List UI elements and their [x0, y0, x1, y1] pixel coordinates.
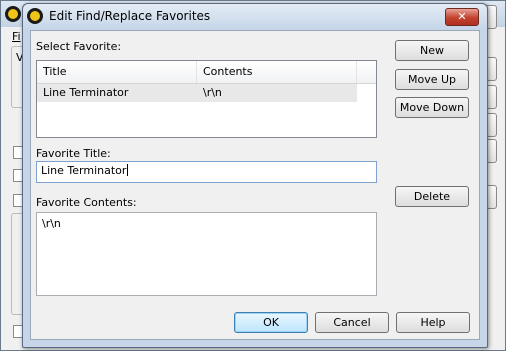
favorite-title-label: Favorite Title:	[36, 147, 111, 160]
close-button[interactable]: ✕	[445, 8, 479, 26]
app-logo-icon	[27, 8, 43, 24]
ok-button[interactable]: OK	[234, 312, 308, 333]
favorite-contents-textarea[interactable]: \r\n	[36, 212, 377, 296]
column-header-contents[interactable]: Contents	[197, 61, 357, 83]
favorite-title-input[interactable]: Line Terminator	[36, 161, 377, 183]
text-caret	[127, 164, 129, 176]
delete-button[interactable]: Delete	[395, 186, 469, 207]
edit-favorites-dialog: Edit Find/Replace Favorites ✕ Select Fav…	[22, 3, 488, 348]
list-item[interactable]: Line Terminator \r\n	[37, 84, 357, 102]
close-icon: ✕	[457, 10, 467, 23]
new-button[interactable]: New	[395, 40, 469, 61]
app-logo-icon	[5, 6, 21, 22]
dialog-titlebar[interactable]: Edit Find/Replace Favorites ✕	[23, 4, 487, 29]
dialog-title: Edit Find/Replace Favorites	[49, 9, 211, 23]
favorite-title-value: Line Terminator	[41, 164, 127, 177]
cancel-button[interactable]: Cancel	[315, 312, 389, 333]
help-button[interactable]: Help	[396, 312, 470, 333]
list-item-contents: \r\n	[203, 86, 222, 99]
favorite-contents-label: Favorite Contents:	[36, 196, 137, 209]
favorites-list[interactable]: Title Contents Line Terminator \r\n	[36, 60, 377, 138]
list-header: Title Contents	[37, 61, 376, 84]
dialog-client-area: Select Favorite: Title Contents Line Ter…	[30, 30, 480, 340]
move-up-button[interactable]: Move Up	[395, 69, 469, 90]
background-menu-fragment[interactable]: Fi	[12, 30, 21, 43]
move-down-button[interactable]: Move Down	[395, 97, 469, 118]
list-item-title: Line Terminator	[43, 86, 129, 99]
select-favorite-label: Select Favorite:	[36, 40, 122, 53]
column-header-title[interactable]: Title	[37, 61, 197, 83]
